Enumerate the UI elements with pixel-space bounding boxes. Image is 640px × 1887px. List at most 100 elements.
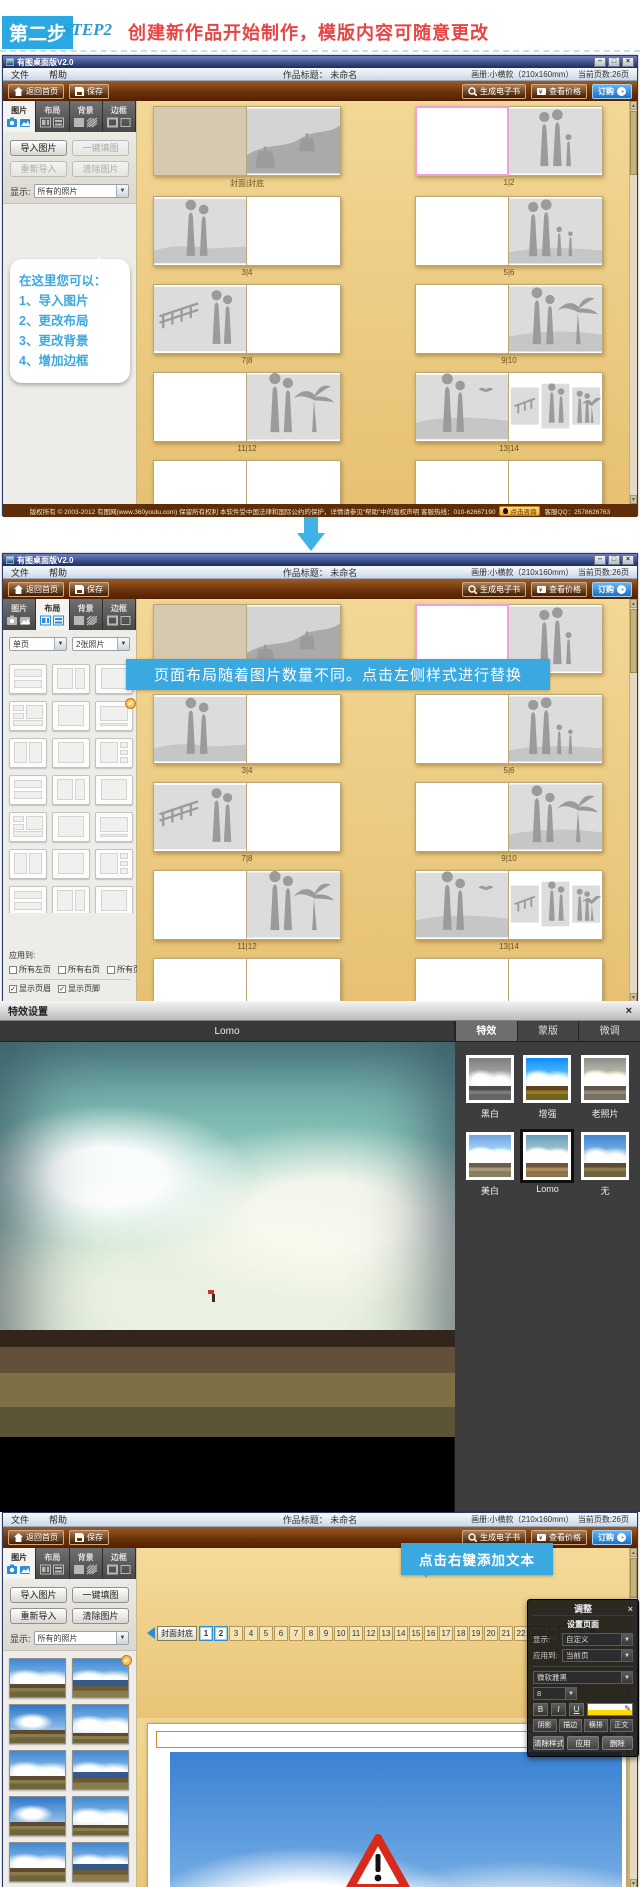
menu-file[interactable]: 文件 xyxy=(11,1513,29,1526)
layout-thumbnail[interactable] xyxy=(52,664,90,694)
save-button[interactable]: 保存 xyxy=(69,84,109,99)
template-spread[interactable]: 封面|封底 xyxy=(153,106,341,189)
close-icon[interactable]: × xyxy=(628,1603,633,1616)
sidebar-button[interactable]: 重新导入 xyxy=(10,1608,67,1624)
page-thumb-left[interactable] xyxy=(153,106,247,176)
photo-thumbnail[interactable] xyxy=(9,1796,66,1836)
page-thumb-right[interactable] xyxy=(509,958,603,1002)
font-color-button[interactable]: ✎ xyxy=(587,1703,633,1716)
view-price-button[interactable]: ¥查看价格 xyxy=(531,582,587,597)
template-spread[interactable]: 3|4 xyxy=(153,694,341,775)
menu-file[interactable]: 文件 xyxy=(11,566,29,579)
filter-item[interactable]: 老照片 xyxy=(580,1055,630,1120)
page-thumb-right[interactable] xyxy=(509,694,603,764)
layout-thumbnail[interactable] xyxy=(9,886,47,913)
tab-layout[interactable]: 布局 xyxy=(36,101,69,132)
template-spread[interactable]: 7|8 xyxy=(153,782,341,863)
tab-photo[interactable]: 图片 xyxy=(3,1548,36,1579)
scroll-down-icon[interactable]: ▼ xyxy=(630,495,637,504)
layout-thumbnail[interactable] xyxy=(52,849,90,879)
photo-thumbnail[interactable] xyxy=(9,1704,66,1744)
page-thumb-left[interactable] xyxy=(415,782,509,852)
page-thumb-right[interactable] xyxy=(509,782,603,852)
tab-layout[interactable]: 布局 xyxy=(36,1548,69,1579)
template-spread[interactable] xyxy=(415,958,603,1002)
tab-border[interactable]: 边框 xyxy=(103,599,136,630)
maximize-button[interactable]: □ xyxy=(608,555,620,565)
layout-thumbnail[interactable] xyxy=(9,701,47,731)
scroll-up-icon[interactable]: ▲ xyxy=(630,101,637,110)
scrollbar-vertical[interactable]: ▲ ▼ xyxy=(629,101,637,504)
page-number-button[interactable]: 17 xyxy=(439,1626,453,1641)
layout-thumbnail[interactable] xyxy=(9,775,47,805)
layout-thumbnail[interactable] xyxy=(95,738,133,768)
photo-thumbnail[interactable] xyxy=(9,1658,66,1698)
page-thumb-right[interactable] xyxy=(247,106,341,176)
panel-action-button[interactable]: 删除 xyxy=(602,1736,633,1750)
template-spread[interactable]: 11|12 xyxy=(153,372,341,453)
show-dropdown[interactable]: 自定义▼ xyxy=(562,1633,633,1646)
photo-count-dropdown[interactable]: 2张照片▼ xyxy=(72,637,130,651)
photo-filter-dropdown[interactable]: 所有的照片▼ xyxy=(34,184,129,198)
page-thumb-left[interactable] xyxy=(415,958,509,1002)
maximize-button[interactable]: □ xyxy=(608,57,620,67)
page-thumb-left[interactable] xyxy=(153,958,247,1002)
page-thumb-right[interactable] xyxy=(247,372,341,442)
filter-thumbnail[interactable] xyxy=(523,1055,571,1103)
filter-item[interactable]: 无 xyxy=(580,1132,630,1197)
page-number-button[interactable]: 15 xyxy=(409,1626,423,1641)
page-number-button[interactable]: 16 xyxy=(424,1626,438,1641)
apply-dropdown[interactable]: 当前页▼ xyxy=(562,1649,633,1662)
format-i-button[interactable]: I xyxy=(551,1703,566,1716)
layout-thumbnail[interactable] xyxy=(52,738,90,768)
layout-thumbnail[interactable] xyxy=(95,849,133,879)
font-dropdown[interactable]: 微软雅黑▼ xyxy=(533,1671,633,1684)
sidebar-button[interactable]: 清除图片 xyxy=(72,1608,129,1624)
scroll-thumb[interactable] xyxy=(630,111,637,175)
photo-thumbnail[interactable] xyxy=(72,1842,129,1882)
view-price-button[interactable]: ¥查看价格 xyxy=(531,84,587,99)
text-style-button[interactable]: 横排 xyxy=(584,1719,608,1732)
tab-photo[interactable]: 图片 xyxy=(3,101,36,132)
photo-thumbnail[interactable] xyxy=(72,1704,129,1744)
save-button[interactable]: 保存 xyxy=(69,1530,109,1545)
page-thumb-left[interactable] xyxy=(415,694,509,764)
template-spread[interactable]: 11|12 xyxy=(153,870,341,951)
page-number-button[interactable]: 8 xyxy=(304,1626,318,1641)
page-thumb-right[interactable] xyxy=(509,196,603,266)
titlebar[interactable]: 有图桌面版V2.0 – □ × xyxy=(3,554,637,566)
filter-item[interactable]: 增强 xyxy=(523,1055,573,1120)
filter-item[interactable]: Lomo xyxy=(523,1132,573,1197)
format-b-button[interactable]: B xyxy=(533,1703,548,1716)
text-style-button[interactable]: 正文 xyxy=(610,1719,634,1732)
page-thumb-left[interactable] xyxy=(153,782,247,852)
tab-background[interactable]: 背景 xyxy=(70,1548,103,1579)
page-thumb-left[interactable] xyxy=(153,870,247,940)
photo-filter-dropdown[interactable]: 所有的照片▼ xyxy=(34,1631,129,1645)
menu-file[interactable]: 文件 xyxy=(11,68,29,81)
scroll-down-icon[interactable]: ▼ xyxy=(630,1879,637,1887)
page-thumb-left[interactable] xyxy=(415,196,509,266)
checkbox-checked[interactable]: ✓显示页眉 xyxy=(9,983,51,994)
page-number-button[interactable]: 9 xyxy=(319,1626,333,1641)
close-button[interactable]: × xyxy=(622,57,634,67)
page-photo[interactable]: ⌄ xyxy=(170,1752,622,1887)
scroll-thumb[interactable] xyxy=(630,609,637,673)
template-spread[interactable]: 5|6 xyxy=(415,694,603,775)
titlebar[interactable]: 有图桌面版V2.0 – □ × xyxy=(3,56,637,68)
close-button[interactable]: × xyxy=(622,555,634,565)
template-spread[interactable]: 3|4 xyxy=(153,196,341,277)
template-spread[interactable]: 9|10 xyxy=(415,782,603,863)
page-thumb-right[interactable] xyxy=(509,372,603,442)
page-thumb-right[interactable] xyxy=(247,460,341,504)
prev-pages-icon[interactable] xyxy=(141,1627,155,1639)
template-spread[interactable]: 9|10 xyxy=(415,284,603,365)
save-button[interactable]: 保存 xyxy=(69,582,109,597)
template-spread[interactable] xyxy=(153,460,341,504)
tab-layout[interactable]: 布局 xyxy=(36,599,69,630)
page-thumb-left[interactable] xyxy=(153,196,247,266)
tab-border[interactable]: 边框 xyxy=(103,1548,136,1579)
minimize-button[interactable]: – xyxy=(594,57,606,67)
photo-preview-lomo[interactable] xyxy=(0,1042,455,1437)
filter-thumbnail[interactable] xyxy=(466,1055,514,1103)
